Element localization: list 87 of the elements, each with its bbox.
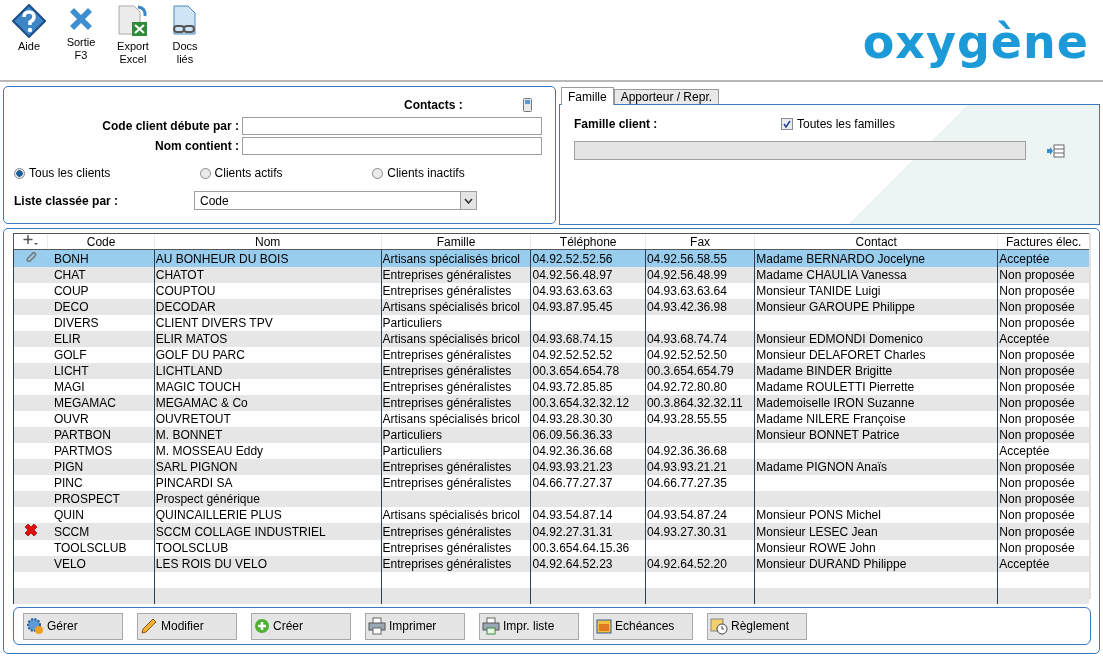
column-header[interactable]: Code xyxy=(47,233,155,250)
caret-icon xyxy=(464,197,473,204)
table-cell: OUVR xyxy=(47,411,155,427)
list-icon[interactable] xyxy=(1046,143,1065,158)
table-cell: VELO xyxy=(47,556,155,572)
plus-icon xyxy=(254,618,270,634)
table-row[interactable]: DECO DECODAR Artisans spécialisés bricol 04.93.87.95.45 04.93.42.36.98 Monsieur GAROUPE Philippe Non proposée xyxy=(13,299,1089,315)
table-row[interactable]: PARTBON M. BONNET Particuliers 06.09.56.36.33 Monsieur BONNET Patrice Non proposée xyxy=(13,427,1089,443)
logo: oxygène xyxy=(862,14,1089,70)
table-row[interactable]: GOLF GOLF DU PARC Entreprises généralistes 04.92.52.52.52 04.92.52.52.50 Monsieur DELAFORET Charles Non proposée xyxy=(13,347,1089,363)
phone-icon xyxy=(522,98,532,112)
sort-dropdown[interactable]: Code xyxy=(194,191,477,210)
action-button[interactable]: Gérer xyxy=(23,612,123,640)
table-row[interactable]: LICHT LICHTLAND Entreprises généralistes 00.3.654.654.78 00.3.654.654.79 Madame BINDER Brigitte Non proposée xyxy=(13,363,1089,379)
toolbar-button[interactable]: Sortie F3 xyxy=(56,4,106,62)
printer-icon xyxy=(368,617,386,635)
table-row[interactable]: PINC PINCARDI SA Entreprises généralistes 04.66.77.27.37 04.66.77.27.35 Non proposée xyxy=(13,475,1089,491)
table-row[interactable]: CHAT CHATOT Entreprises généralistes 04.92.56.48.97 04.92.56.48.99 Madame CHAULIA Vanessa Non proposée xyxy=(13,267,1089,283)
toolbar-button[interactable]: Export Excel xyxy=(108,4,158,66)
table-cell: GOLF xyxy=(47,347,155,363)
spreadsheet-export-icon xyxy=(116,4,150,38)
name-field[interactable] xyxy=(242,137,542,155)
column-header[interactable]: Famille xyxy=(381,233,531,250)
check-icon xyxy=(783,120,791,128)
radio-option[interactable]: Clients inactifs xyxy=(372,166,545,180)
table-row[interactable]: TOOLSCLUB TOOLSCLUB Entreprises généralistes 00.3.654.64.15.36 Monsieur ROWE John Non proposée xyxy=(13,540,1089,556)
column-header[interactable]: Contact xyxy=(754,233,998,250)
toolbar-button[interactable]: Aide xyxy=(4,4,54,53)
column-header[interactable]: Téléphone xyxy=(530,233,646,250)
action-button[interactable]: Impr. liste xyxy=(479,612,579,640)
table-cell: PIGN xyxy=(47,459,155,475)
radio-option[interactable]: Clients actifs xyxy=(199,166,373,180)
printer-icon xyxy=(482,617,500,635)
radio-option[interactable]: Tous les clients xyxy=(14,166,200,180)
table-cell: PARTMOS xyxy=(47,443,155,459)
table-row[interactable]: SCCM SCCM COLLAGE INDUSTRIEL Entreprises généralistes 04.92.27.31.31 04.93.27.30.31 Monsieur LESEC Jean Non proposée xyxy=(13,523,1089,540)
column-header[interactable]: Fax xyxy=(645,233,755,250)
table-row[interactable]: VELO LES ROIS DU VELO Entreprises généralistes 04.92.64.52.23 04.92.64.52.20 Monsieur DURAND Philippe Acceptée xyxy=(13,556,1089,572)
table-cell: LICHT xyxy=(47,363,155,379)
checkbox[interactable] xyxy=(781,118,793,130)
contacts-label: Contacts : xyxy=(404,98,463,112)
table-row[interactable]: ELIR ELIR MATOS Artisans spécialisés bricol 04.93.68.74.15 04.93.68.74.74 Monsieur EDMONDI Domenico Acceptée xyxy=(13,331,1089,347)
toolbar-button[interactable]: Docs liés xyxy=(160,4,210,66)
action-button[interactable]: Modifier xyxy=(137,612,237,640)
cross-icon xyxy=(23,523,38,537)
table-row[interactable]: DIVERS CLIENT DIVERS TPV Particuliers Non proposée xyxy=(13,315,1089,331)
tab[interactable]: Apporteur / Repr. xyxy=(613,89,720,104)
all-families-label: Toutes les familles xyxy=(797,117,896,131)
action-button[interactable]: Règlement xyxy=(707,612,807,640)
table-row[interactable]: PIGN SARL PIGNON Entreprises généralistes 04.93.93.21.23 04.93.93.21.21 Madame PIGNON Anaïs Non proposée xyxy=(13,459,1089,475)
table-row[interactable]: OUVR OUVRETOUT Artisans spécialisés bricol 04.93.28.30.30 04.93.28.55.55 Madame NILERE Françoise Non proposée xyxy=(13,411,1089,427)
action-button[interactable]: Créer xyxy=(251,612,351,640)
column-header[interactable]: Nom xyxy=(154,233,382,250)
table-row[interactable]: MAGI MAGIC TOUCH Entreprises généralistes 04.93.72.85.85 04.92.72.80.80 Madame ROULETTI Pierrette Non proposée xyxy=(13,379,1089,395)
code-field[interactable] xyxy=(242,117,542,135)
help-icon xyxy=(12,4,46,38)
table-row[interactable]: COUP COUPTOU Entreprises généralistes 04.93.63.63.63 04.93.63.63.64 Monsieur TANIDE Luigi Non proposée xyxy=(13,283,1089,299)
table-cell: MAGI xyxy=(47,379,155,395)
table-row[interactable]: PARTMOS M. MOSSEAU Eddy Particuliers 04.92.36.36.68 04.92.36.36.68 Acceptée xyxy=(13,443,1089,459)
table-cell: TOOLSCLUB xyxy=(47,540,155,556)
column-header[interactable]: Factures élec. xyxy=(997,233,1089,250)
table-cell: CHAT xyxy=(47,267,155,283)
code-label: Code client débute par : xyxy=(101,119,240,133)
table-cell: BONH xyxy=(47,249,155,267)
table-cell: QUIN xyxy=(47,507,155,523)
sort-label: Liste classée par : xyxy=(14,193,120,208)
paperclip-icon xyxy=(23,250,38,264)
table-cell: MEGAMAC xyxy=(47,395,155,411)
calendar-clock-icon xyxy=(710,617,728,635)
name-label: Nom contient : xyxy=(154,139,240,153)
table-cell: PARTBON xyxy=(47,427,155,443)
table-row[interactable]: PROSPECT Prospect générique Non proposée xyxy=(13,491,1089,507)
table-row[interactable]: MEGAMAC MEGAMAC & Co Entreprises généralistes 00.3.654.32.32.12 00.3.864.32.32.11 Mademoiselle IRON Suzanne Non proposée xyxy=(13,395,1089,411)
tab[interactable]: Famille xyxy=(561,87,614,105)
table-cell: PINC xyxy=(47,475,155,491)
add-column-icon[interactable] xyxy=(22,234,39,246)
table-row[interactable]: QUIN QUINCAILLERIE PLUS Artisans spécialisés bricol 04.93.54.87.14 04.93.54.87.24 Monsieur PONS Michel Non proposée xyxy=(13,507,1089,523)
action-button[interactable]: Echéances xyxy=(593,612,693,640)
table-cell: COUP xyxy=(47,283,155,299)
action-button[interactable]: Imprimer xyxy=(365,612,465,640)
pencil-icon xyxy=(140,617,158,635)
table-cell: DIVERS xyxy=(47,315,155,331)
table-cell: SCCM xyxy=(47,523,155,540)
family-label: Famille client : xyxy=(574,117,659,131)
calendar-icon xyxy=(596,618,612,634)
gear-icon xyxy=(26,617,44,635)
table-cell: PROSPECT xyxy=(47,491,155,507)
